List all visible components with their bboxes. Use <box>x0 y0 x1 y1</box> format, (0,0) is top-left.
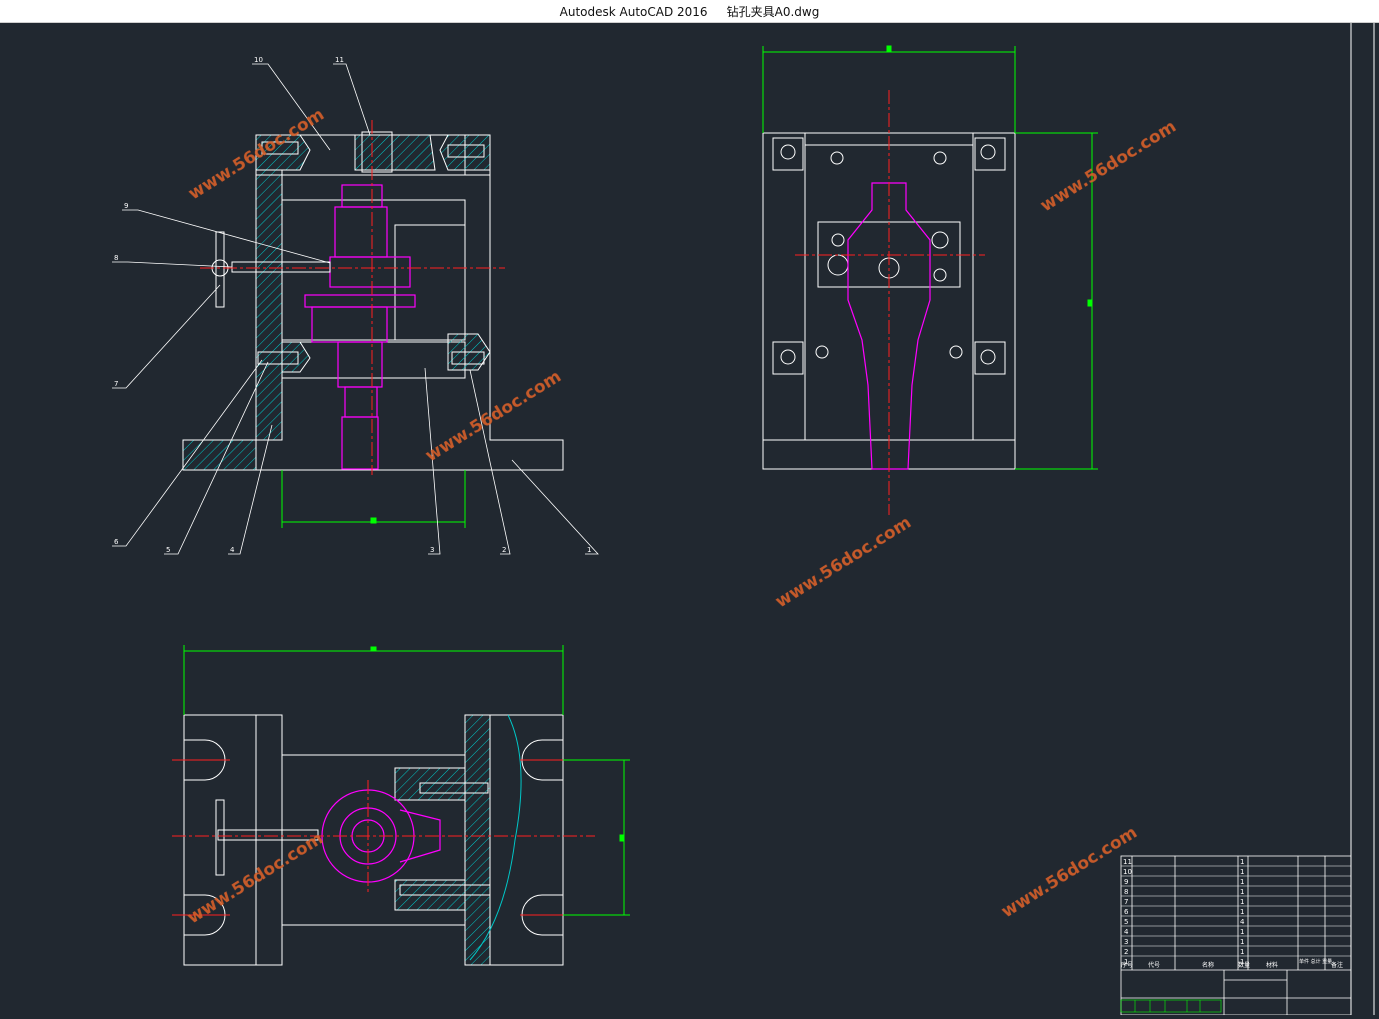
bom-row-index: 11 <box>1123 858 1132 866</box>
bom-header-name: 名称 <box>1202 961 1214 969</box>
watermark-text: www.56doc.com <box>998 823 1141 923</box>
side-left-column <box>762 132 806 441</box>
watermarks: www.56doc.com www.56doc.com www.56doc.co… <box>184 105 1180 929</box>
side-left-lug-top <box>772 137 804 171</box>
watermark-text: www.56doc.com <box>1037 117 1180 217</box>
bom-row-qty: 1 <box>1240 898 1244 906</box>
front-workpiece <box>304 184 416 470</box>
bom-header-code: 代号 <box>1148 961 1160 969</box>
top-right-hatch <box>464 714 491 966</box>
bom-header-remark: 备注 <box>1331 961 1343 969</box>
leader-label: 1 <box>587 546 591 554</box>
leader-label: 3 <box>430 546 434 554</box>
leader-label: 7 <box>114 380 118 388</box>
top-clamp-upper <box>394 767 466 801</box>
bom-row-index: 10 <box>1123 868 1132 876</box>
bom-row-qty: 1 <box>1240 938 1244 946</box>
watermark-text: www.56doc.com <box>184 829 327 929</box>
bom-row-index: 9 <box>1124 878 1128 886</box>
bom-row-index: 4 <box>1124 928 1129 936</box>
bom-row-qty: 1 <box>1240 878 1244 886</box>
bom-row-index: 5 <box>1124 918 1128 926</box>
side-right-column <box>972 132 1016 441</box>
bom-outline <box>1120 855 1352 1016</box>
leader-label: 10 <box>254 56 263 64</box>
front-mid-hatch-left <box>281 341 311 373</box>
title-bar: Autodesk AutoCAD 2016 钻孔夹具A0.dwg <box>0 0 1379 23</box>
side-right-lug-bot <box>974 341 1006 375</box>
side-left-lug-bot <box>772 341 804 375</box>
bom-header-weight: 单件 总计 重量 <box>1299 958 1332 965</box>
front-leader-labels: 10 11 9 8 7 6 5 4 3 2 1 <box>114 56 591 554</box>
window-title: Autodesk AutoCAD 2016 钻孔夹具A0.dwg <box>559 5 820 19</box>
side-view[interactable] <box>762 45 1098 515</box>
watermark-text: www.56doc.com <box>422 367 565 467</box>
bom-text: 11 10 9 8 7 6 5 4 3 2 1 1 1 1 1 1 1 4 1 … <box>1121 858 1343 969</box>
front-handle-bar <box>215 231 225 308</box>
drawing-canvas[interactable]: 10 11 9 8 7 6 5 4 3 2 1 11 10 9 8 7 6 5 … <box>0 23 1379 1016</box>
front-left-column <box>255 169 283 441</box>
bom-row-qty: 1 <box>1240 888 1244 896</box>
leader-label: 2 <box>502 546 506 554</box>
leader-label: 5 <box>166 546 170 554</box>
leader-label: 11 <box>335 56 344 64</box>
leader-label: 9 <box>124 202 128 210</box>
leader-label: 4 <box>230 546 235 554</box>
side-right-lug-top <box>974 137 1006 171</box>
front-inner-frame <box>281 199 466 341</box>
bom-green-cells <box>1120 999 1222 1013</box>
watermark-text: www.56doc.com <box>772 513 915 613</box>
bom-row-index: 8 <box>1124 888 1128 896</box>
bom-row-qty: 1 <box>1240 868 1244 876</box>
bom-row-qty: 1 <box>1240 858 1244 866</box>
bom-row-qty: 1 <box>1240 908 1244 916</box>
bom-header-material: 材料 <box>1266 961 1278 969</box>
top-handle-bar <box>215 799 225 876</box>
leader-label: 8 <box>114 254 118 262</box>
front-middle-plate <box>281 341 466 379</box>
bom-row-index: 6 <box>1124 908 1129 916</box>
bom-row-lines <box>1121 865 1351 957</box>
bom-row-index: 3 <box>1124 938 1128 946</box>
front-right-block <box>394 224 466 341</box>
front-view[interactable] <box>182 120 564 528</box>
front-top-hatch-mid <box>354 134 436 171</box>
bom-header-qty: 数量 <box>1238 961 1250 969</box>
bom-row-index: 2 <box>1124 948 1128 956</box>
bom-row-index: 7 <box>1124 898 1128 906</box>
leader-label: 6 <box>114 538 119 546</box>
bom-table[interactable] <box>1120 855 1352 1016</box>
bom-row-qty: 1 <box>1240 948 1244 956</box>
bom-row-qty: 1 <box>1240 928 1244 936</box>
bom-header-index: 序号 <box>1121 961 1133 969</box>
top-view[interactable] <box>172 645 630 966</box>
bom-row-qty: 4 <box>1240 918 1245 926</box>
